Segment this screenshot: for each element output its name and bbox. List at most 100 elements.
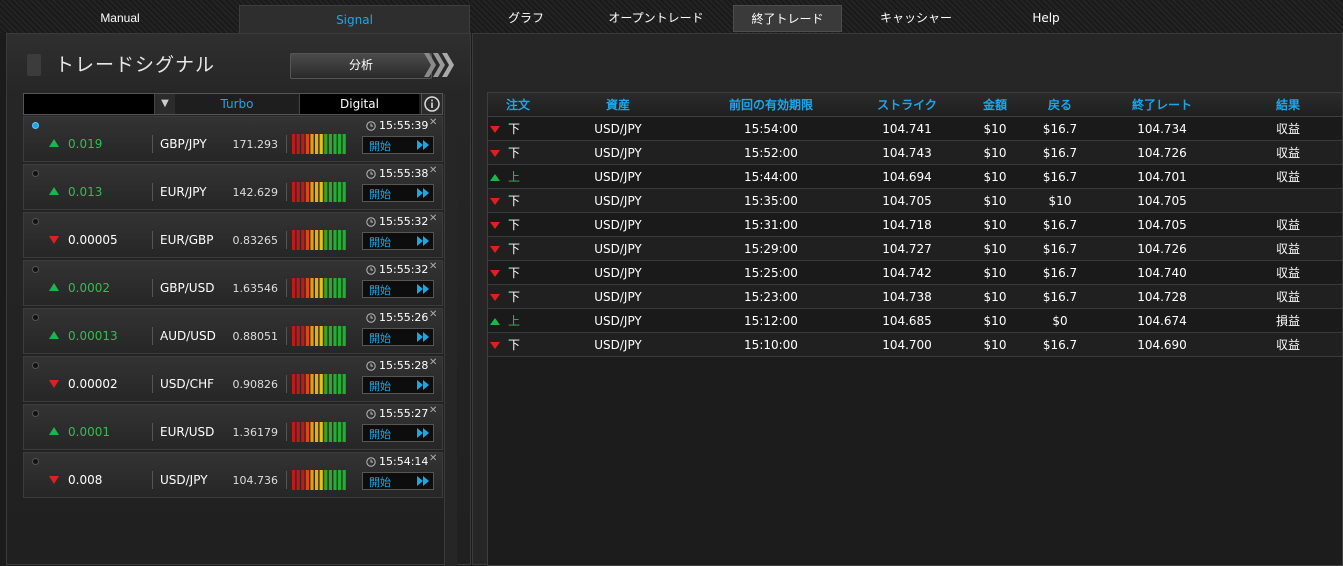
fast-forward-icon: [417, 476, 429, 486]
asset-cell: USD/JPY: [548, 332, 688, 357]
start-button-label: 開始: [369, 284, 391, 297]
filter-turbo[interactable]: Turbo: [176, 94, 298, 114]
signal-filter-bar: ▼ Turbo Digital: [23, 93, 441, 115]
column-header[interactable]: 資産: [548, 93, 688, 117]
amount-cell: $10: [960, 140, 1030, 165]
signal-price: 104.736: [232, 474, 279, 487]
table-row[interactable]: 上 USD/JPY 15:44:00 104.694 $10 $16.7 104.701 収益: [488, 164, 1342, 189]
table-row[interactable]: 下 USD/JPY 15:25:00 104.742 $10 $16.7 104.740 収益: [488, 260, 1342, 285]
close-icon[interactable]: ✕: [429, 165, 437, 176]
asset-cell: USD/JPY: [548, 164, 688, 189]
result-cell: 収益: [1234, 332, 1342, 357]
filter-digital[interactable]: Digital: [299, 94, 419, 114]
clock-icon: [366, 457, 376, 467]
tab-manual[interactable]: Manual: [60, 0, 180, 33]
table-row[interactable]: 下 USD/JPY 15:54:00 104.741 $10 $16.7 104.734 収益: [488, 116, 1342, 141]
close-icon[interactable]: ✕: [429, 117, 437, 128]
analyze-button[interactable]: 分析: [290, 53, 432, 79]
arrow-down-icon: [490, 270, 500, 277]
tab-signal[interactable]: Signal: [239, 5, 470, 33]
clock-icon: [366, 409, 376, 419]
arrow-down-icon: [490, 126, 500, 133]
arrow-up-icon: [49, 427, 59, 435]
close-icon[interactable]: ✕: [429, 357, 437, 368]
fast-forward-icon: [417, 188, 429, 198]
chevron-right-icon: [442, 53, 454, 77]
table-row[interactable]: 下 USD/JPY 15:10:00 104.700 $10 $16.7 104.690 収益: [488, 332, 1342, 357]
asset-cell: USD/JPY: [548, 212, 688, 237]
start-button[interactable]: 開始: [362, 280, 434, 298]
signal-pair: GBP/JPY: [160, 137, 207, 151]
arrow-down-icon: [49, 380, 59, 388]
return-cell: $16.7: [1030, 212, 1090, 237]
start-button[interactable]: 開始: [362, 472, 434, 490]
table-row[interactable]: 下 USD/JPY 15:52:00 104.743 $10 $16.7 104.726 収益: [488, 140, 1342, 165]
column-header[interactable]: 終了レート: [1090, 93, 1234, 117]
table-row[interactable]: 下 USD/JPY 15:23:00 104.738 $10 $16.7 104.728 収益: [488, 284, 1342, 309]
close-cell: 104.726: [1090, 140, 1234, 165]
close-icon[interactable]: ✕: [429, 261, 437, 272]
column-header[interactable]: 注文: [488, 93, 548, 117]
start-button[interactable]: 開始: [362, 376, 434, 394]
signal-list-scrollbar[interactable]: [444, 94, 457, 566]
signal-time: 15:55:32: [379, 215, 429, 228]
column-header[interactable]: ストライク: [854, 93, 960, 117]
signal-value: 0.00013: [68, 329, 118, 343]
close-icon[interactable]: ✕: [429, 405, 437, 416]
column-header[interactable]: 戻る: [1030, 93, 1090, 117]
separator: [152, 423, 153, 441]
chevron-down-icon[interactable]: ▼: [155, 94, 175, 114]
start-button[interactable]: 開始: [362, 136, 434, 154]
fast-forward-icon: [417, 380, 429, 390]
start-button[interactable]: 開始: [362, 328, 434, 346]
table-row[interactable]: 下 USD/JPY 15:31:00 104.718 $10 $16.7 104.705 収益: [488, 212, 1342, 237]
signal-status-dot: [32, 122, 39, 129]
table-row[interactable]: 下 USD/JPY 15:35:00 104.705 $10 $10 104.705: [488, 188, 1342, 213]
signal-time: 15:55:38: [379, 167, 429, 180]
tab-open-trades[interactable]: オープントレード: [600, 0, 712, 33]
arrow-up-icon: [490, 174, 500, 181]
strike-cell: 104.742: [854, 260, 960, 285]
tab-cashier[interactable]: キャッシャー: [860, 0, 972, 33]
result-cell: 収益: [1234, 140, 1342, 165]
separator: [286, 471, 287, 489]
signal-price: 0.88051: [232, 330, 279, 343]
column-header[interactable]: 金額: [960, 93, 1030, 117]
tab-closed-trades[interactable]: 終了トレード: [733, 5, 842, 32]
order-direction: 上: [508, 314, 521, 328]
strike-cell: 104.727: [854, 236, 960, 261]
return-cell: $16.7: [1030, 164, 1090, 189]
table-row[interactable]: 下 USD/JPY 15:29:00 104.727 $10 $16.7 104.726 収益: [488, 236, 1342, 261]
arrow-down-icon: [490, 246, 500, 253]
start-button[interactable]: 開始: [362, 232, 434, 250]
signal-strength-meter: [292, 278, 346, 298]
column-header[interactable]: 結果: [1234, 93, 1342, 117]
start-button[interactable]: 開始: [362, 424, 434, 442]
column-header[interactable]: 前回の有効期限: [688, 93, 854, 117]
info-icon[interactable]: [421, 93, 443, 115]
close-icon[interactable]: ✕: [429, 309, 437, 320]
signal-row: 0.00002 USD/CHF 0.90826 15:55:28 ✕ 開始: [23, 356, 443, 402]
expiry-cell: 15:31:00: [688, 212, 854, 237]
separator: [152, 375, 153, 393]
start-button-label: 開始: [369, 428, 391, 441]
start-button[interactable]: 開始: [362, 184, 434, 202]
asset-cell: USD/JPY: [548, 140, 688, 165]
separator: [286, 183, 287, 201]
table-row[interactable]: 上 USD/JPY 15:12:00 104.685 $10 $0 104.674 損益: [488, 308, 1342, 333]
asset-filter-select[interactable]: [24, 94, 155, 114]
fast-forward-icon: [417, 236, 429, 246]
tab-help[interactable]: Help: [990, 0, 1102, 33]
tab-graph[interactable]: グラフ: [470, 0, 582, 33]
panel-title: トレードシグナル: [55, 54, 216, 76]
order-cell: 下: [488, 284, 548, 309]
close-icon[interactable]: ✕: [429, 453, 437, 464]
signal-strength-meter: [292, 326, 346, 346]
signal-status-dot: [32, 458, 39, 465]
separator: [152, 327, 153, 345]
close-icon[interactable]: ✕: [429, 213, 437, 224]
arrow-down-icon: [490, 150, 500, 157]
signal-strength-meter: [292, 422, 346, 442]
order-cell: 下: [488, 140, 548, 165]
amount-cell: $10: [960, 308, 1030, 333]
